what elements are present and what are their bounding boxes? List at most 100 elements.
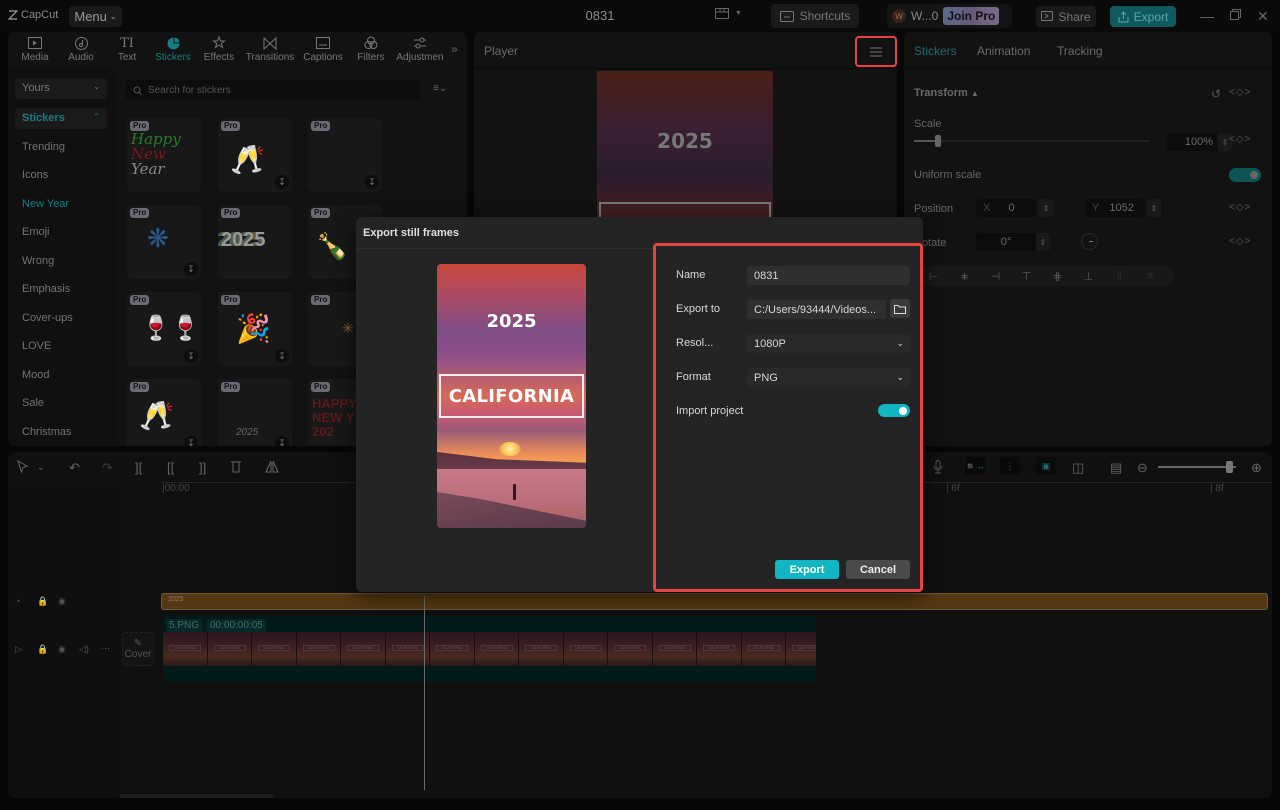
align-right-icon[interactable]: ⊣	[980, 270, 1011, 283]
cover-button[interactable]: ✎ Cover	[122, 632, 154, 666]
sticker-item[interactable]: Pro 2025	[218, 205, 292, 279]
tab-stickers-props[interactable]: Stickers	[914, 44, 957, 58]
tab-animation[interactable]: Animation	[977, 44, 1030, 58]
zoom-in-icon[interactable]: ⊕	[1251, 460, 1262, 476]
lock-icon[interactable]: 🔒	[37, 644, 48, 655]
scale-slider-knob[interactable]	[934, 135, 941, 147]
horizontal-scrollbar[interactable]	[120, 794, 273, 798]
transform-section-title[interactable]: Transform ▲	[914, 87, 979, 99]
position-x-stepper[interactable]: ⇕	[1039, 199, 1053, 217]
more-tabs-icon[interactable]: »	[451, 42, 458, 56]
import-project-toggle[interactable]	[878, 404, 910, 417]
eye-icon[interactable]: ◉	[58, 644, 66, 655]
select-tool-icon[interactable]	[17, 460, 29, 474]
microphone-icon[interactable]	[933, 460, 943, 474]
reset-icon[interactable]: ↺	[1211, 87, 1221, 101]
sticker-item[interactable]: Pro 🍷🍷 ↧	[127, 292, 201, 366]
zoom-to-fit-icon[interactable]: ▤	[1110, 460, 1122, 476]
export-button[interactable]: Export	[1110, 6, 1176, 27]
download-icon[interactable]: ↧	[184, 349, 198, 363]
sticker-item[interactable]: Pro Happy New Year	[127, 118, 201, 192]
sticker-item[interactable]: Pro 🎉 ↧	[218, 292, 292, 366]
tab-media[interactable]: Media	[12, 32, 58, 68]
position-y-input[interactable]: Y 1052	[1085, 199, 1145, 217]
yours-dropdown[interactable]: Yours ⌄	[15, 78, 107, 99]
auto-snap-icon[interactable]: ⋮	[1000, 457, 1020, 475]
shortcuts-button[interactable]: Shortcuts	[771, 4, 859, 28]
redo-icon[interactable]: ↷	[102, 460, 113, 476]
tab-stickers[interactable]: Stickers	[150, 32, 196, 68]
mirror-icon[interactable]	[265, 460, 279, 473]
tab-text[interactable]: TI Text	[104, 32, 150, 68]
position-x-input[interactable]: X 0	[976, 199, 1036, 217]
category-mood[interactable]: Mood	[22, 369, 50, 381]
eye-icon[interactable]: ◉	[58, 596, 66, 607]
sticker-search-input[interactable]: Search for stickers	[125, 80, 420, 100]
download-icon[interactable]: ↧	[275, 436, 289, 446]
align-top-icon[interactable]: ⊤	[1011, 270, 1042, 283]
scale-slider[interactable]	[914, 135, 1149, 147]
download-icon[interactable]: ↧	[184, 436, 198, 446]
distribute-v-icon[interactable]: ≡	[1135, 270, 1166, 282]
position-y-stepper[interactable]: ⇕	[1147, 199, 1161, 217]
scale-input[interactable]: 100%	[1167, 133, 1217, 151]
stickers-dropdown[interactable]: Stickers ⌃	[15, 108, 107, 129]
download-icon[interactable]: ↧	[365, 175, 379, 189]
sticker-clip[interactable]: 2025	[161, 593, 1268, 610]
download-icon[interactable]: ↧	[275, 175, 289, 189]
playhead[interactable]	[424, 596, 425, 790]
tab-tracking[interactable]: Tracking	[1057, 44, 1103, 58]
video-clip[interactable]: 5.PNG 00:00:00:05	[163, 616, 816, 682]
player-menu-button[interactable]	[855, 36, 897, 67]
tab-captions[interactable]: Captions	[298, 32, 348, 68]
join-pro-button[interactable]: Join Pro	[943, 7, 1000, 25]
split-icon[interactable]: ][	[135, 460, 142, 475]
download-icon[interactable]: ↧	[184, 262, 198, 276]
category-love[interactable]: LOVE	[22, 340, 51, 352]
sticker-item[interactable]: Pro ❋ ↧	[127, 205, 201, 279]
format-select[interactable]: PNG ⌄	[747, 368, 910, 387]
user-account[interactable]: W W...0 Join Pro	[887, 4, 1012, 28]
category-new-year[interactable]: New Year	[22, 198, 69, 210]
menu-button[interactable]: Menu ⌄	[69, 6, 122, 27]
sticker-item[interactable]: Pro 2025 ↧	[218, 379, 292, 446]
resolution-select[interactable]: 1080P ⌄	[747, 334, 910, 353]
name-input[interactable]: 0831	[747, 266, 910, 285]
distribute-h-icon[interactable]: ‖	[1104, 270, 1135, 282]
browse-folder-button[interactable]	[890, 299, 910, 318]
tab-effects[interactable]: Effects	[196, 32, 242, 68]
restore-icon[interactable]	[1230, 9, 1241, 20]
layout-button[interactable]: ▼	[715, 8, 742, 19]
minimize-icon[interactable]: —	[1200, 8, 1214, 24]
category-cover-ups[interactable]: Cover-ups	[22, 312, 73, 324]
category-icons[interactable]: Icons	[22, 169, 48, 181]
preview-axis-icon[interactable]: ◫	[1072, 460, 1084, 476]
tab-filters[interactable]: Filters	[348, 32, 394, 68]
keyframe-icon[interactable]: <◇>	[1229, 134, 1251, 145]
align-bottom-icon[interactable]: ⊥	[1073, 270, 1104, 283]
rotate-stepper[interactable]: ⇕	[1036, 233, 1050, 251]
tab-adjustment[interactable]: Adjustmen	[394, 32, 446, 68]
export-path-input[interactable]: C:/Users/93444/Videos...	[747, 300, 886, 319]
category-christmas[interactable]: Christmas	[22, 426, 72, 438]
category-emoji[interactable]: Emoji	[22, 226, 50, 238]
audio-speaker-icon[interactable]: ◁)	[79, 644, 89, 655]
video-preview[interactable]: 2025	[597, 71, 773, 232]
category-trending[interactable]: Trending	[22, 141, 65, 153]
timeline-zoom-knob[interactable]	[1226, 461, 1234, 473]
rotate-input[interactable]: 0°	[976, 233, 1036, 251]
trim-left-icon[interactable]: [[	[167, 460, 174, 475]
dialog-cancel-button[interactable]: Cancel	[846, 560, 910, 579]
category-sale[interactable]: Sale	[22, 397, 44, 409]
undo-icon[interactable]: ↶	[69, 460, 80, 476]
keyframe-icon[interactable]: <◇>	[1229, 236, 1251, 247]
close-icon[interactable]: ✕	[1257, 8, 1269, 25]
timeline-zoom-slider[interactable]	[1158, 466, 1236, 468]
uniform-scale-toggle[interactable]	[1229, 168, 1261, 182]
filter-sort-icon[interactable]: ≡⌄	[433, 83, 447, 94]
zoom-out-icon[interactable]: ⊖	[1137, 460, 1148, 476]
tab-transitions[interactable]: Transitions	[242, 32, 298, 68]
sticker-item[interactable]: Pro 🥂 ↧	[218, 118, 292, 192]
sticker-item[interactable]: Pro 🥂 ↧	[127, 379, 201, 446]
download-icon[interactable]: ↧	[275, 349, 289, 363]
